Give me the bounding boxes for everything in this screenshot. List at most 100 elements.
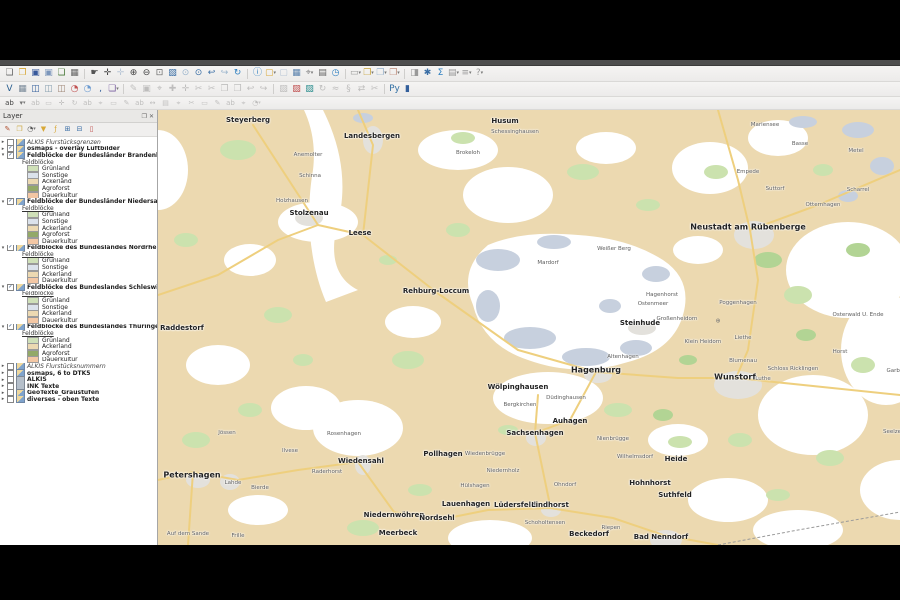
interface-customization-icon[interactable]: ▤▾ [447, 68, 460, 80]
help-icon[interactable]: ?▾ [473, 68, 486, 80]
python-console-icon[interactable]: Py [388, 83, 401, 95]
layer-tree-item[interactable]: ▸ALKIS [0, 376, 157, 383]
attribute-table-icon[interactable]: ▦ [290, 68, 303, 80]
refresh-icon[interactable]: ↻ [231, 68, 244, 80]
composer-list-icon[interactable]: ≡▾ [460, 68, 473, 80]
layer-visibility-checkbox[interactable]: ✓ [7, 152, 14, 159]
redo-icon[interactable]: ↪ [257, 83, 270, 95]
label-tool-14-icon[interactable]: ✂ [185, 98, 198, 108]
zoom-full-icon[interactable]: ▧ [166, 68, 179, 80]
zoom-native-icon[interactable]: ⊡ [153, 68, 166, 80]
zoom-to-selection-icon[interactable]: ⊙ [179, 68, 192, 80]
add-wms-layer-icon[interactable]: ◔ [68, 83, 81, 95]
filter-legend-icon[interactable]: ▼ [38, 124, 49, 135]
copy-features-icon[interactable]: ❐ [218, 83, 231, 95]
pan-to-selection-icon[interactable]: ✛ [114, 68, 127, 80]
statistics-sigma-icon[interactable]: Σ [434, 68, 447, 80]
zoom-in-icon[interactable]: ⊕ [127, 68, 140, 80]
layer-tree-item[interactable]: ▸GeoTexte_Graustufen [0, 390, 157, 397]
save-project-icon[interactable]: ▣ [29, 68, 42, 80]
layer-visibility-checkbox[interactable] [7, 383, 14, 390]
show-bookmarks-icon[interactable]: ◷ [329, 68, 342, 80]
undo-icon[interactable]: ↩ [244, 83, 257, 95]
layer-visibility-checkbox[interactable]: ✓ [7, 245, 14, 252]
layer-visibility-checkbox[interactable]: ✓ [7, 146, 14, 153]
merge-features-icon[interactable]: ▨ [277, 83, 290, 95]
map-tips-icon[interactable]: ◨ [408, 68, 421, 80]
expander-icon[interactable]: ▸ [0, 363, 6, 369]
labeling-options-icon[interactable]: ab [3, 98, 16, 108]
layer-visibility-checkbox[interactable] [7, 396, 14, 403]
layer-tree-item[interactable]: ▸INK Texte [0, 383, 157, 390]
labeling-dd-icon[interactable]: ▾▾ [16, 98, 29, 108]
processing-toolbox-icon[interactable]: ✱ [421, 68, 434, 80]
label-tool-7-icon[interactable]: ⌖ [94, 98, 107, 108]
layer-visibility-checkbox[interactable]: ✓ [7, 198, 14, 205]
diagram-options-icon[interactable]: ◔▾ [250, 98, 263, 108]
zoom-to-layer-icon[interactable]: ⊙ [192, 68, 205, 80]
add-postgis-layer-icon[interactable]: ◫ [29, 83, 42, 95]
copy-layer-icon[interactable]: ❒▾ [375, 68, 388, 80]
add-delimited-text-icon[interactable]: , [94, 83, 107, 95]
add-group-icon[interactable]: ❐ [14, 124, 25, 135]
composer-manager-icon[interactable]: ▦ [68, 68, 81, 80]
add-raster-layer-icon[interactable]: ▦ [16, 83, 29, 95]
new-project-icon[interactable]: ❏ [3, 68, 16, 80]
toggle-editing-icon[interactable]: ✎ [127, 83, 140, 95]
expander-icon[interactable]: ▸ [0, 396, 6, 402]
map-canvas[interactable]: SteyerbergLandesbergenHusumStolzenauLees… [158, 110, 900, 545]
layer-visibility-checkbox[interactable] [7, 139, 14, 146]
log-messages-icon[interactable]: ▮ [401, 83, 414, 95]
panel-float-icon[interactable]: ❐ [142, 113, 147, 120]
delete-selected-icon[interactable]: ✂ [192, 83, 205, 95]
add-wfs-layer-icon[interactable]: ◔ [81, 83, 94, 95]
copy-style-icon[interactable]: ❒▾ [362, 68, 375, 80]
new-bookmark-icon[interactable]: ▤ [316, 68, 329, 80]
annotation-icon[interactable]: ▭▾ [349, 68, 362, 80]
collapse-all-icon[interactable]: ⊟ [74, 124, 85, 135]
label-tool-11-icon[interactable]: ↔ [146, 98, 159, 108]
add-mssql-layer-icon[interactable]: ◫ [55, 83, 68, 95]
add-feature-icon[interactable]: ✚ [166, 83, 179, 95]
add-vector-layer-icon[interactable]: V [3, 83, 16, 95]
layer-tree-item[interactable]: ▾✓Feldblöcke des Bundeslandes Nordrhein-… [0, 245, 157, 252]
layer-tree-item[interactable]: ▾✓Feldblöcke des Bundeslandes Thüringen [0, 324, 157, 331]
label-tool-16-icon[interactable]: ✎ [211, 98, 224, 108]
highlight-labels-icon[interactable]: ▭ [42, 98, 55, 108]
expander-icon[interactable]: ▸ [0, 377, 6, 383]
simplify-feature-icon[interactable]: ≈ [329, 83, 342, 95]
new-shapefile-layer-icon[interactable]: ❏▾ [107, 83, 120, 95]
expand-all-icon[interactable]: ⊞ [62, 124, 73, 135]
label-tool-18-icon[interactable]: ⌖ [237, 98, 250, 108]
open-project-icon[interactable]: ❐ [16, 68, 29, 80]
panel-close-icon[interactable]: ✕ [149, 113, 154, 120]
label-tool-10-icon[interactable]: ab [133, 98, 146, 108]
layer-tree-item[interactable]: ▾✓Feldblöcke der Bundesländer Niedersach… [0, 198, 157, 205]
layer-visibility-checkbox[interactable] [7, 390, 14, 397]
pan-map-icon[interactable]: ✛ [101, 68, 114, 80]
zoom-next-icon[interactable]: ↪ [218, 68, 231, 80]
layer-tree-item[interactable]: ▸ALKIS Flurstücksgrenzen [0, 139, 157, 146]
zoom-out-icon[interactable]: ⊖ [140, 68, 153, 80]
expander-icon[interactable]: ▾ [0, 152, 6, 158]
layer-tree-item[interactable]: ▸osmaps, 6 to DTK5 [0, 370, 157, 377]
expander-icon[interactable]: ▾ [0, 324, 6, 330]
paste-features-icon[interactable]: ❒ [231, 83, 244, 95]
manage-themes-icon[interactable]: ◔▾ [26, 124, 37, 135]
layer-visibility-checkbox[interactable] [7, 363, 14, 370]
cut-features-icon[interactable]: ✂ [205, 83, 218, 95]
label-tool-15-icon[interactable]: ▭ [198, 98, 211, 108]
label-tool-13-icon[interactable]: ⌖ [172, 98, 185, 108]
layer-tree-item[interactable]: ▸ALKIS Flurstücksnummern [0, 363, 157, 370]
paste-layer-icon[interactable]: ❒▾ [388, 68, 401, 80]
rotate-feature-icon[interactable]: ↻ [316, 83, 329, 95]
add-spatialite-layer-icon[interactable]: ◫ [42, 83, 55, 95]
select-features-icon[interactable]: ▢▾ [264, 68, 277, 80]
label-tool-12-icon[interactable]: ▤ [159, 98, 172, 108]
change-label-icon[interactable]: ab [81, 98, 94, 108]
reshape-feature-icon[interactable]: § [342, 83, 355, 95]
deselect-features-icon[interactable]: ▢ [277, 68, 290, 80]
layer-tree-item[interactable]: ▾✓Feldblöcke der Bundesländer Brandenbur… [0, 152, 157, 159]
expander-icon[interactable]: ▸ [0, 146, 6, 152]
save-edits-icon[interactable]: ▣ [140, 83, 153, 95]
